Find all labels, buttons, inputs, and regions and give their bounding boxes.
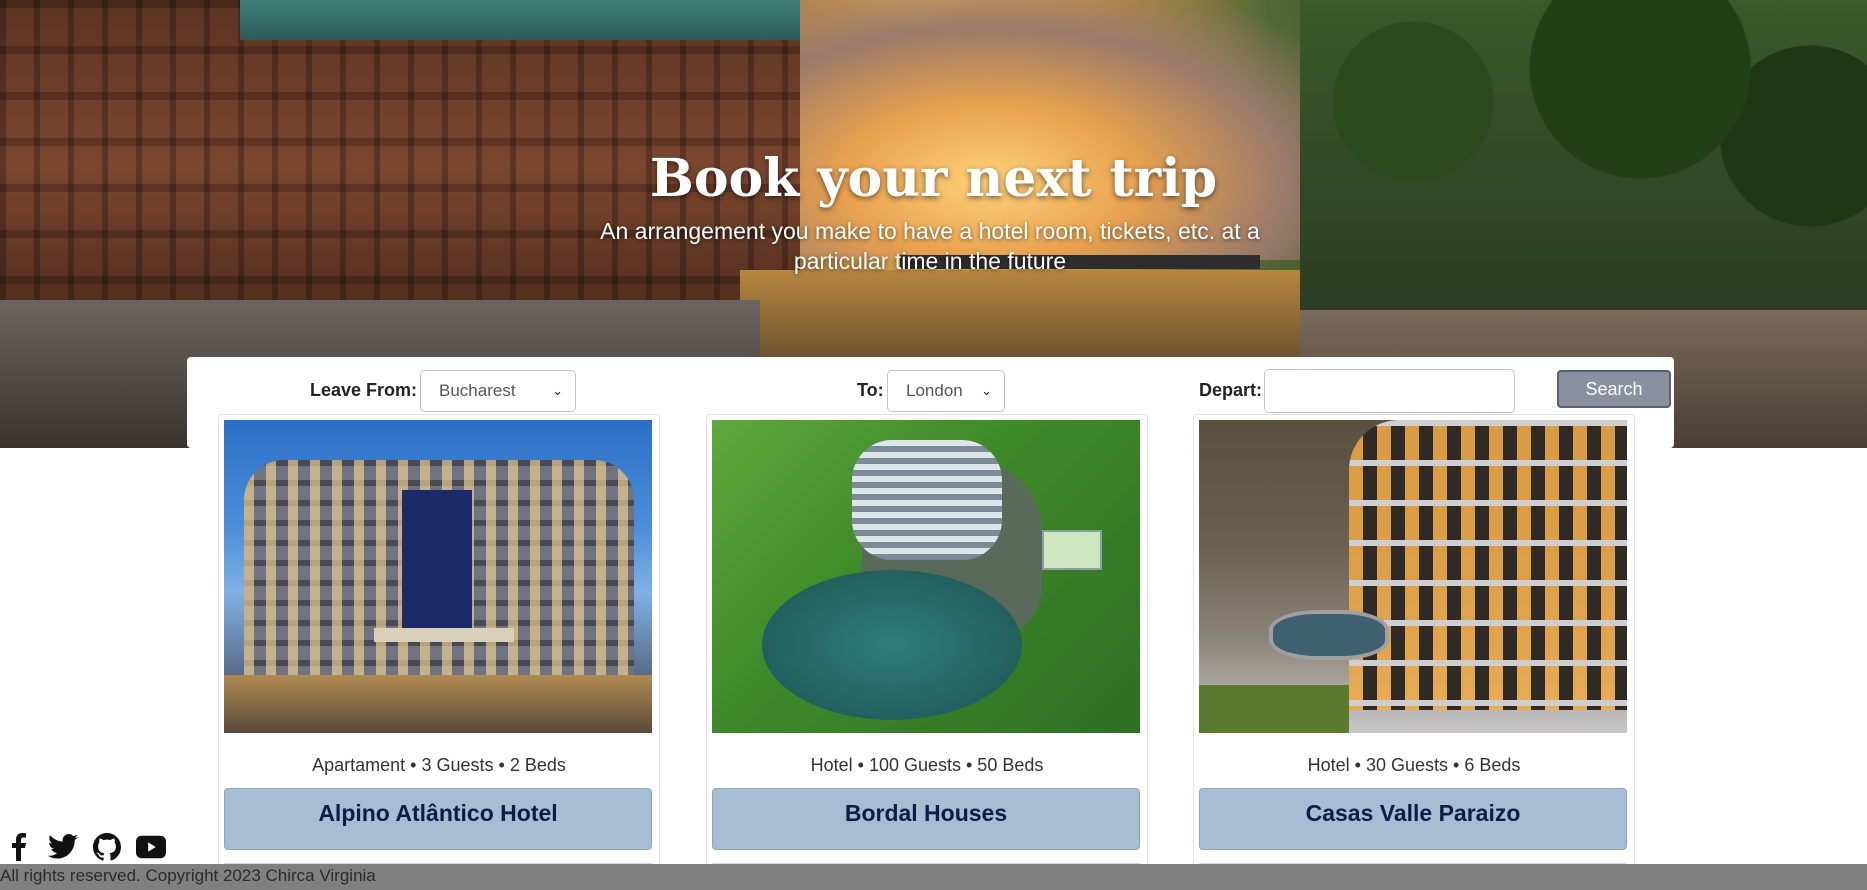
social-links [4,832,166,862]
chevron-down-icon: ⌄ [981,383,992,398]
listing-name-button[interactable]: Bordal Houses [712,788,1140,850]
depart-input[interactable] [1264,369,1515,413]
hero-title: Book your next trip [649,148,1218,209]
listing-meta: Apartament • 3 Guests • 2 Beds [312,755,566,775]
hero-roof [240,0,800,40]
leave-from-label: Leave From: [310,380,418,400]
facebook-icon[interactable] [4,833,34,861]
hero-subtitle: An arrangement you make to have a hotel … [600,218,1260,274]
to-select[interactable]: London ⌄ [887,370,1005,412]
depart-label: Depart: [1199,380,1263,400]
hotel-photo [712,420,1140,733]
twitter-icon[interactable] [48,833,78,861]
to-value: London [906,381,963,400]
hotel-photo [1199,420,1627,733]
listing-name-button[interactable]: Alpino Atlântico Hotel [224,788,652,850]
github-icon[interactable] [92,833,122,861]
to-label: To: [857,380,884,400]
listing-name-button[interactable]: Casas Valle Paraizo [1199,788,1627,850]
chevron-down-icon: ⌄ [552,383,563,398]
copyright-text: All rights reserved. Copyright 2023 Chir… [0,866,376,885]
search-button[interactable]: Search [1557,370,1671,408]
leave-from-value: Bucharest [439,381,516,400]
listing-meta: Hotel • 100 Guests • 50 Beds [810,755,1044,775]
site-footer: All rights reserved. Copyright 2023 Chir… [0,864,1867,890]
listing-card[interactable]: Hotel • 30 Guests • 6 Beds Casas Valle P… [1193,414,1635,890]
leave-from-select[interactable]: Bucharest ⌄ [420,370,576,412]
hotel-photo [224,420,652,733]
listing-card[interactable]: Hotel • 100 Guests • 50 Beds Bordal Hous… [706,414,1148,890]
listing-card[interactable]: Apartament • 3 Guests • 2 Beds Alpino At… [218,414,660,890]
youtube-icon[interactable] [136,833,166,861]
listing-meta: Hotel • 30 Guests • 6 Beds [1307,755,1521,775]
